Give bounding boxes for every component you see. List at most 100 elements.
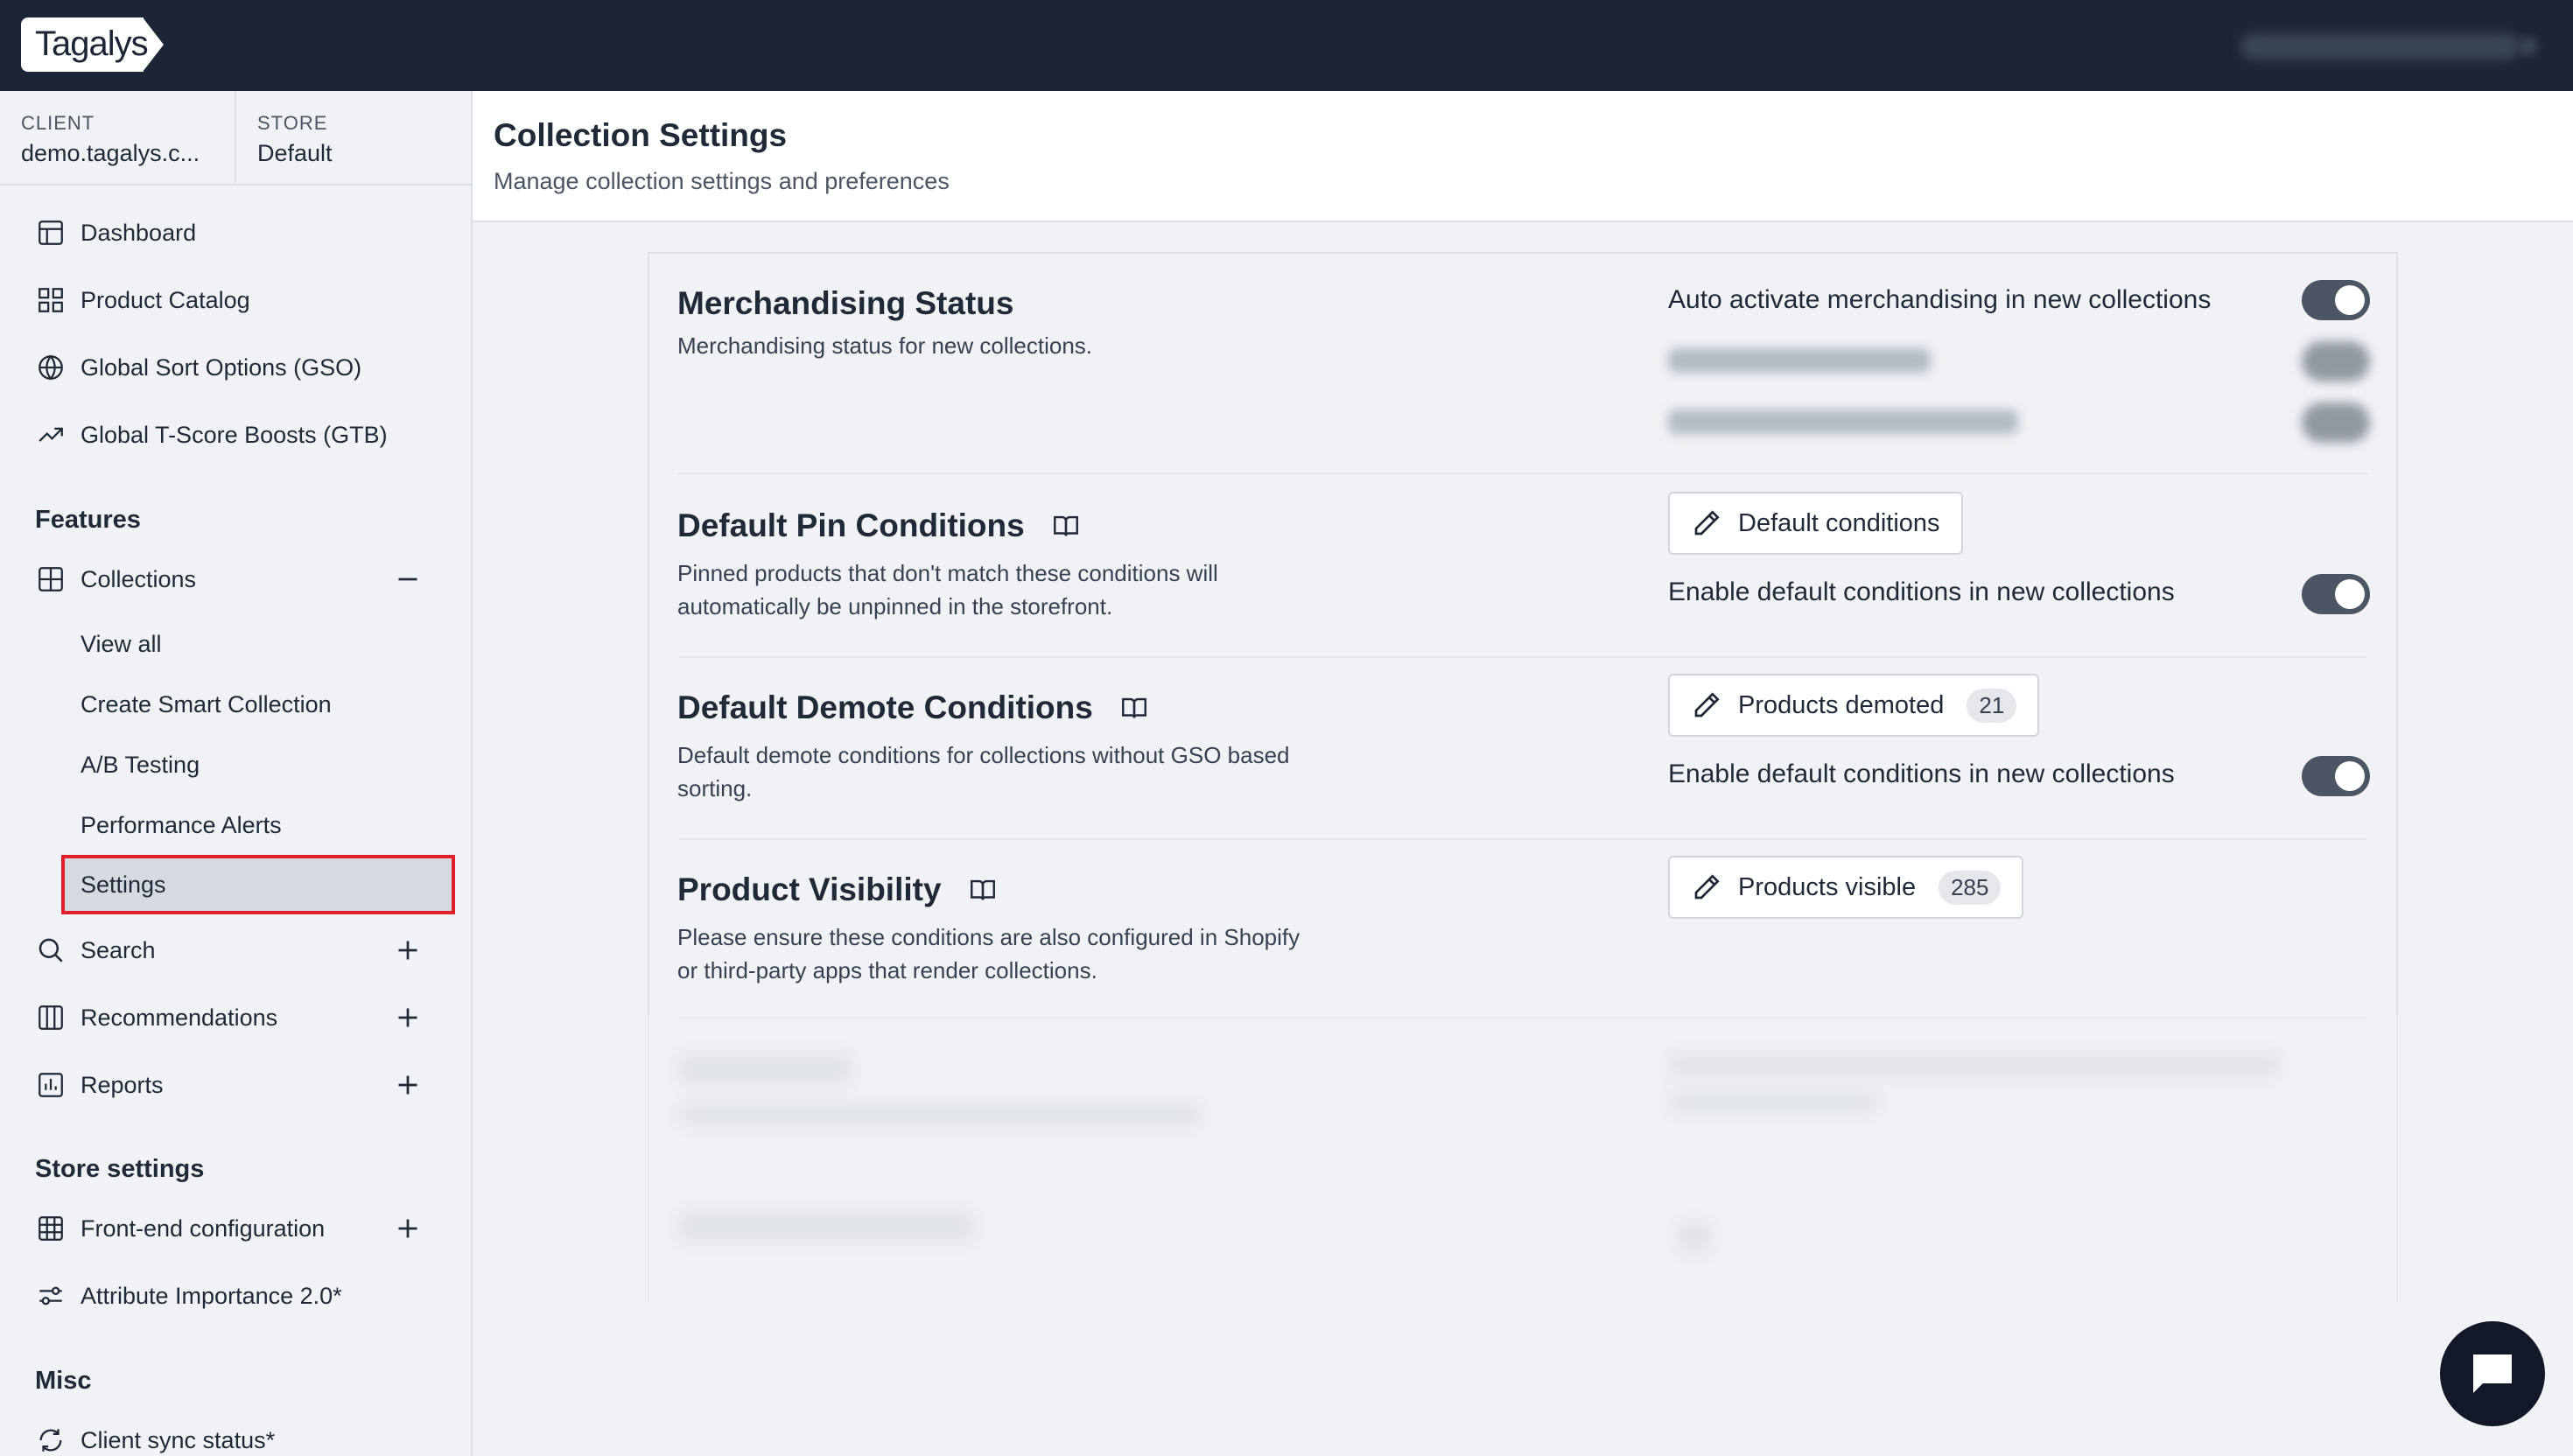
section-title: Default Pin Conditions <box>677 508 1025 543</box>
refresh-icon <box>35 1424 67 1456</box>
globe-icon <box>35 352 67 383</box>
sidebar-item-recommendations[interactable]: Recommendations <box>35 995 455 1040</box>
grid-icon <box>35 284 67 316</box>
sidebar-item-label: Global Sort Options (GSO) <box>81 354 362 381</box>
products-demoted-button[interactable]: Products demoted 21 <box>1668 674 2040 737</box>
enable-default-pin-label: Enable default conditions in new collect… <box>1668 578 2175 606</box>
pencil-icon <box>1694 692 1720 718</box>
section-title-row: Product Visibility <box>677 872 998 908</box>
demoted-count-badge: 21 <box>1967 688 2017 723</box>
section-description: Merchandising status for new collections… <box>677 332 1093 359</box>
expand-icon[interactable] <box>392 1213 424 1244</box>
sidebar-item-label: Reports <box>81 1071 164 1098</box>
book-icon[interactable] <box>1051 511 1081 541</box>
pencil-icon <box>1694 874 1720 900</box>
client-label: CLIENT <box>21 112 95 134</box>
sidebar-item-label: Client sync status* <box>81 1426 276 1453</box>
columns-icon <box>35 1002 67 1033</box>
store-selector[interactable]: STORE Default <box>257 112 459 167</box>
sidebar-item-reports[interactable]: Reports <box>35 1062 455 1108</box>
collections-icon <box>35 564 67 595</box>
sidebar-item-frontend-config[interactable]: Front-end configuration <box>35 1206 455 1251</box>
button-label: Products demoted <box>1738 690 1945 719</box>
section-description: Default demote conditions for collection… <box>677 742 1290 802</box>
sidebar-item-client-sync[interactable]: Client sync status* <box>35 1418 455 1456</box>
expand-icon[interactable] <box>392 934 424 966</box>
sidebar: CLIENT demo.tagalys.c... STORE Default D… <box>0 91 473 1456</box>
sidebar-subitem-create-smart-collection[interactable]: Create Smart Collection <box>81 682 332 726</box>
sidebar-subitem-ab-testing[interactable]: A/B Testing <box>81 743 200 787</box>
sidebar-item-search[interactable]: Search <box>35 928 455 973</box>
section-description: Please ensure these conditions are also … <box>677 924 1301 984</box>
enable-default-demote-label: Enable default conditions in new collect… <box>1668 760 2175 788</box>
book-icon[interactable] <box>968 875 998 905</box>
sidebar-item-label: Front-end configuration <box>81 1214 326 1242</box>
enable-default-pin-toggle[interactable] <box>2302 574 2370 614</box>
products-visible-button[interactable]: Products visible 285 <box>1668 856 2024 919</box>
search-icon <box>35 934 67 966</box>
section-title: Merchandising Status <box>677 285 1014 321</box>
page-subtitle: Manage collection settings and preferenc… <box>494 168 950 194</box>
features-heading: Features <box>35 506 141 534</box>
sidebar-item-collections[interactable]: Collections <box>35 556 455 602</box>
button-label: Default conditions <box>1738 508 1940 537</box>
sidebar-item-label: Collections <box>81 565 197 592</box>
book-icon[interactable] <box>1119 693 1149 723</box>
blurred-option-label <box>1668 348 1931 373</box>
sidebar-item-gtb[interactable]: Global T-Score Boosts (GTB) <box>35 412 455 458</box>
sidebar-item-label: Search <box>81 936 156 963</box>
sidebar-item-label: Global T-Score Boosts (GTB) <box>81 421 388 448</box>
sidebar-item-gso[interactable]: Global Sort Options (GSO) <box>35 345 455 390</box>
sidebar-item-product-catalog[interactable]: Product Catalog <box>35 277 455 323</box>
section-title-row: Default Demote Conditions <box>677 690 1149 726</box>
expand-icon[interactable] <box>392 1069 424 1101</box>
logo-text: Tagalys <box>35 24 149 63</box>
blur-overlay <box>648 1015 2398 1312</box>
sidebar-item-attribute-importance[interactable]: Attribute Importance 2.0* <box>35 1273 455 1319</box>
chat-widget-button[interactable] <box>2440 1321 2545 1426</box>
top-bar: Tagalys <box>0 0 2573 91</box>
user-menu-chevron-blurred[interactable] <box>2519 37 2538 56</box>
page-title: Collection Settings <box>494 117 788 153</box>
enable-default-demote-toggle[interactable] <box>2302 756 2370 796</box>
section-description: Pinned products that don't match these c… <box>677 560 1218 620</box>
sliders-icon <box>35 1280 67 1312</box>
section-title-row: Default Pin Conditions <box>677 508 1081 544</box>
blurred-toggle[interactable] <box>2302 341 2370 382</box>
sidebar-subitem-settings[interactable]: Settings <box>61 855 455 914</box>
default-conditions-button[interactable]: Default conditions <box>1668 492 1963 555</box>
collapse-icon[interactable] <box>392 564 424 595</box>
sidebar-subitem-performance-alerts[interactable]: Performance Alerts <box>81 803 282 847</box>
table-icon <box>35 1213 67 1244</box>
user-menu-blurred[interactable] <box>2240 33 2520 60</box>
section-title: Product Visibility <box>677 872 942 907</box>
trending-up-icon <box>35 419 67 451</box>
sidebar-item-label: Attribute Importance 2.0* <box>81 1282 342 1309</box>
expand-icon[interactable] <box>392 1002 424 1033</box>
page-header: Collection Settings Manage collection se… <box>473 91 2573 222</box>
tagalys-logo[interactable]: Tagalys <box>21 18 164 72</box>
client-value: demo.tagalys.c... <box>21 140 200 166</box>
sidebar-subitem-view-all[interactable]: View all <box>81 622 162 666</box>
store-label: STORE <box>257 112 328 134</box>
store-settings-heading: Store settings <box>35 1155 205 1183</box>
blurred-option-label <box>1668 410 2018 434</box>
sidebar-item-label: Recommendations <box>81 1004 278 1031</box>
auto-activate-toggle[interactable] <box>2302 280 2370 320</box>
visible-count-badge: 285 <box>1939 870 2002 905</box>
bar-chart-icon <box>35 1069 67 1101</box>
sidebar-item-label: Dashboard <box>81 219 197 246</box>
layout-icon <box>35 217 67 248</box>
button-label: Products visible <box>1738 872 1917 901</box>
section-title: Default Demote Conditions <box>677 690 1093 725</box>
sidebar-item-dashboard[interactable]: Dashboard <box>35 210 455 256</box>
chat-icon <box>2473 1354 2512 1393</box>
blurred-toggle[interactable] <box>2302 402 2370 443</box>
pencil-icon <box>1694 510 1720 536</box>
sidebar-item-label: Product Catalog <box>81 286 250 313</box>
misc-heading: Misc <box>35 1367 92 1395</box>
auto-activate-label: Auto activate merchandising in new colle… <box>1668 285 2212 314</box>
store-value: Default <box>257 140 333 166</box>
client-selector[interactable]: CLIENT demo.tagalys.c... <box>21 112 231 167</box>
context-switcher: CLIENT demo.tagalys.c... STORE Default <box>0 91 471 186</box>
